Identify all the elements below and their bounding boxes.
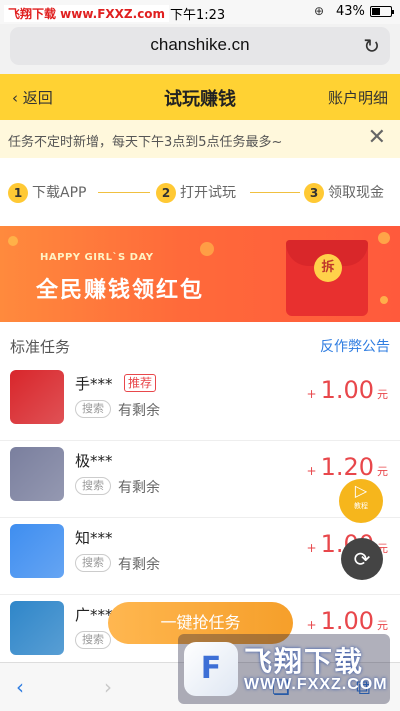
reward-amount: 1.00 (320, 376, 374, 404)
task-reward: +1.20 元 (307, 453, 389, 481)
plus-sign: + (306, 541, 317, 555)
step-number: 2 (156, 183, 176, 203)
section-header: 标准任务 反作弊公告 (0, 322, 400, 364)
task-reward: +1.00元 (307, 607, 389, 635)
forward-nav-icon[interactable]: › (104, 675, 112, 699)
step-label: 下载APP (32, 185, 87, 201)
account-details-link[interactable]: 账户明细 (328, 87, 388, 108)
address-bar[interactable]: chanshike.cn ↻ (10, 27, 390, 65)
task-reward: +1.00元 (307, 376, 389, 404)
remaining-status: 有剩余 (118, 403, 160, 419)
anti-cheat-link[interactable]: 反作弊公告 (320, 336, 390, 356)
step-download: 1 下载APP (8, 182, 86, 203)
task-name: 知*** (75, 529, 113, 547)
search-tag: 搜索 (75, 554, 111, 572)
promo-banner[interactable]: HAPPY GIRL`S DAY 全民赚钱领红包 拆 (0, 226, 400, 322)
coin-decoration (8, 236, 18, 246)
reload-icon[interactable]: ↻ (363, 34, 380, 58)
task-row[interactable]: 知*** 搜索 有剩余 +1.00元 (0, 518, 400, 595)
step-open: 2 打开试玩 (156, 182, 236, 203)
plus-sign: + (306, 464, 317, 478)
envelope-seal: 拆 (314, 254, 342, 282)
back-nav-icon[interactable]: ‹ (16, 675, 24, 699)
reward-unit: 元 (377, 619, 388, 632)
reward-unit: 元 (377, 465, 388, 478)
recommend-badge: 推荐 (124, 374, 157, 392)
refresh-icon: ⟳ (353, 547, 371, 571)
app-icon (10, 524, 64, 578)
watermark-overlay: F 飞翔下载 WWW.FXXZ.COM (178, 634, 390, 704)
task-row[interactable]: 手*** 推荐 搜索 有剩余 +1.00 元 (0, 364, 400, 441)
battery-percent: 43% (336, 4, 365, 19)
refresh-button[interactable]: ⟳ (341, 538, 383, 580)
tutorial-label: 教程 (354, 502, 368, 510)
remaining-status: 有剩余 (118, 557, 160, 573)
tutorial-button[interactable]: ▷ 教程 (339, 479, 383, 523)
remaining-status: 有剩余 (118, 480, 160, 496)
steps-bar: 1 下载APP 2 打开试玩 3 领取现金 (0, 158, 400, 226)
notice-bar: 任务不定时新增，每天下午3点到5点任务最多~ ✕ (0, 120, 400, 158)
watermark-text: 飞翔下载 www.FXXZ.com (4, 5, 170, 22)
step-label: 打开试玩 (180, 185, 236, 201)
status-time: 下午1:23 (170, 8, 226, 23)
step-label: 领取现金 (328, 185, 384, 201)
close-icon[interactable]: ✕ (368, 125, 386, 150)
watermark-brand: 飞翔下载 (244, 645, 365, 678)
brand-logo-icon: F (184, 642, 238, 696)
notice-text: 任务不定时新增，每天下午3点到5点任务最多~ (8, 135, 283, 150)
task-name: 广*** (75, 606, 113, 624)
app-icon (10, 447, 64, 501)
search-tag: 搜索 (75, 400, 111, 418)
status-bar: 飞翔下载 www.FXXZ.com 下午1:23 ⊕ 43% (0, 0, 400, 24)
banner-subtitle: HAPPY GIRL`S DAY (40, 252, 154, 263)
rotation-lock-icon: ⊕ (314, 4, 325, 18)
step-number: 3 (304, 183, 324, 203)
step-divider (98, 192, 150, 193)
nav-bar: ‹ 返回 试玩赚钱 账户明细 (0, 74, 400, 120)
battery-fill (372, 8, 380, 15)
coin-decoration (200, 242, 214, 256)
play-icon: ▷ (354, 481, 368, 500)
search-tag: 搜索 (75, 477, 111, 495)
task-name: 极*** (75, 452, 113, 470)
url-text[interactable]: chanshike.cn (10, 35, 390, 55)
reward-amount: 1.00 (320, 607, 374, 635)
step-divider (250, 192, 300, 193)
watermark-site: WWW.FXXZ.COM (244, 676, 388, 693)
coin-decoration (380, 296, 388, 304)
reward-amount: 1.20 (320, 453, 374, 481)
battery-icon (370, 6, 394, 17)
reward-unit: 元 (377, 388, 388, 401)
plus-sign: + (306, 618, 317, 632)
app-icon (10, 601, 64, 655)
step-number: 1 (8, 183, 28, 203)
plus-sign: + (306, 387, 317, 401)
app-icon (10, 370, 64, 424)
banner-title: 全民赚钱领红包 (36, 278, 205, 303)
red-envelope-icon: 拆 (286, 240, 368, 316)
search-tag: 搜索 (75, 631, 111, 649)
task-name: 手*** (75, 375, 113, 393)
step-collect: 3 领取现金 (304, 182, 384, 203)
section-title: 标准任务 (10, 338, 71, 356)
coin-decoration (378, 232, 390, 244)
